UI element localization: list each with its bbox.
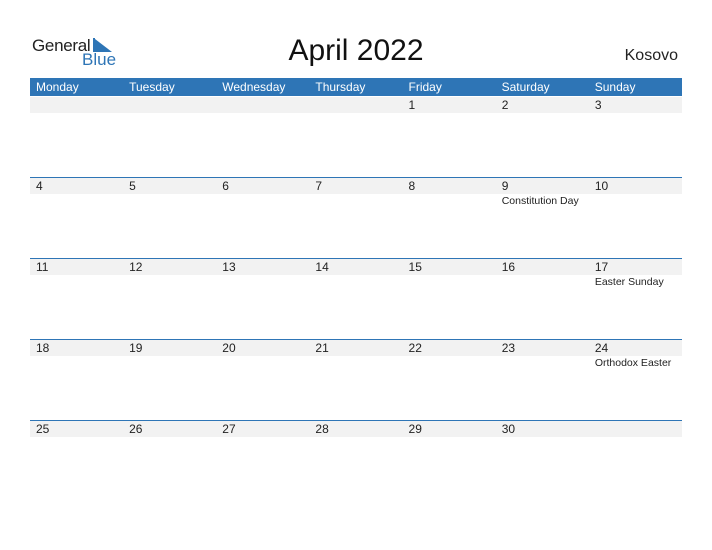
week-row: 1 2 3 [30,97,682,178]
day-cell: 11 [30,259,123,339]
day-cell: 7 [309,178,402,258]
weekday-header: Monday Tuesday Wednesday Thursday Friday Satu… [30,78,682,96]
day-cell [589,421,682,501]
day-cell: 2 [496,97,589,177]
day-number: 27 [222,422,236,436]
day-cell [309,97,402,177]
weekday-saturday: Saturday [501,80,550,94]
day-number: 14 [315,260,329,274]
day-number: 15 [408,260,422,274]
weekday-friday: Friday [408,80,442,94]
day-number: 23 [501,341,516,355]
day-cell: 25 [30,421,123,501]
day-number: 2 [501,98,509,112]
day-cell: 12 [123,259,216,339]
day-cell: 18 [30,340,123,420]
day-cell: 26 [123,421,216,501]
day-cell: 23 [496,340,589,420]
day-cell: 16 [496,259,589,339]
day-number: 7 [315,179,323,193]
day-number: 12 [129,260,143,274]
weekday-tuesday: Tuesday [129,80,175,94]
day-cell: 28 [309,421,402,501]
day-number: 17 [594,260,609,274]
day-cell: 8 [403,178,496,258]
day-number: 28 [315,422,329,436]
country-label: Kosovo [624,47,678,64]
weekday-monday: Monday [36,80,79,94]
day-number: 21 [315,341,329,355]
day-cell: 13 [216,259,309,339]
day-number: 30 [501,422,516,436]
day-cell: 29 [403,421,496,501]
weekday-sunday: Sunday [594,80,636,94]
calendar-title: April 2022 [288,34,424,67]
day-number: 13 [222,260,236,274]
day-number: 1 [408,98,416,112]
week-row: 4 5 6 7 8 9 Constitution Day 10 [30,177,682,259]
day-number: 6 [222,179,229,193]
day-cell: 9 Constitution Day [496,178,589,258]
day-number: 26 [129,422,143,436]
day-cell [30,97,123,177]
day-cell: 14 [309,259,402,339]
day-number: 16 [501,260,516,274]
day-number: 22 [408,341,422,355]
day-number: 8 [408,179,416,193]
day-number: 10 [594,179,609,193]
day-cell: 22 [403,340,496,420]
day-cell: 24 Orthodox Easter [589,340,682,420]
weekday-wednesday: Wednesday [222,80,286,94]
day-cell: 20 [216,340,309,420]
holiday-label: Orthodox Easter [594,357,672,369]
day-number: 24 [594,341,609,355]
day-cell [216,97,309,177]
week-row: 25 26 27 28 29 30 [30,420,682,502]
day-cell: 21 [309,340,402,420]
day-number: 18 [36,341,50,355]
day-cell: 5 [123,178,216,258]
day-number: 4 [36,179,43,193]
day-cell: 19 [123,340,216,420]
day-cell [123,97,216,177]
day-cell: 1 [403,97,496,177]
day-cell: 27 [216,421,309,501]
day-number: 25 [36,422,50,436]
week-row: 11 12 13 14 15 16 17 Easter Sunday [30,258,682,340]
day-number: 19 [129,341,143,355]
day-cell: 3 [589,97,682,177]
day-number: 11 [36,260,49,274]
day-number: 29 [408,422,422,436]
weekday-thursday: Thursday [315,80,366,94]
holiday-label: Easter Sunday [594,276,664,288]
day-cell: 6 [216,178,309,258]
week-row: 18 19 20 21 22 23 24 Orthodox Easter [30,339,682,421]
day-cell: 4 [30,178,123,258]
day-cell: 15 [403,259,496,339]
holiday-label: Constitution Day [501,195,579,207]
day-cell: 30 [496,421,589,501]
day-number: 3 [594,98,602,112]
day-cell: 10 [589,178,682,258]
day-number: 9 [501,179,509,193]
day-number: 20 [222,341,236,355]
day-number: 5 [129,179,136,193]
day-cell: 17 Easter Sunday [589,259,682,339]
